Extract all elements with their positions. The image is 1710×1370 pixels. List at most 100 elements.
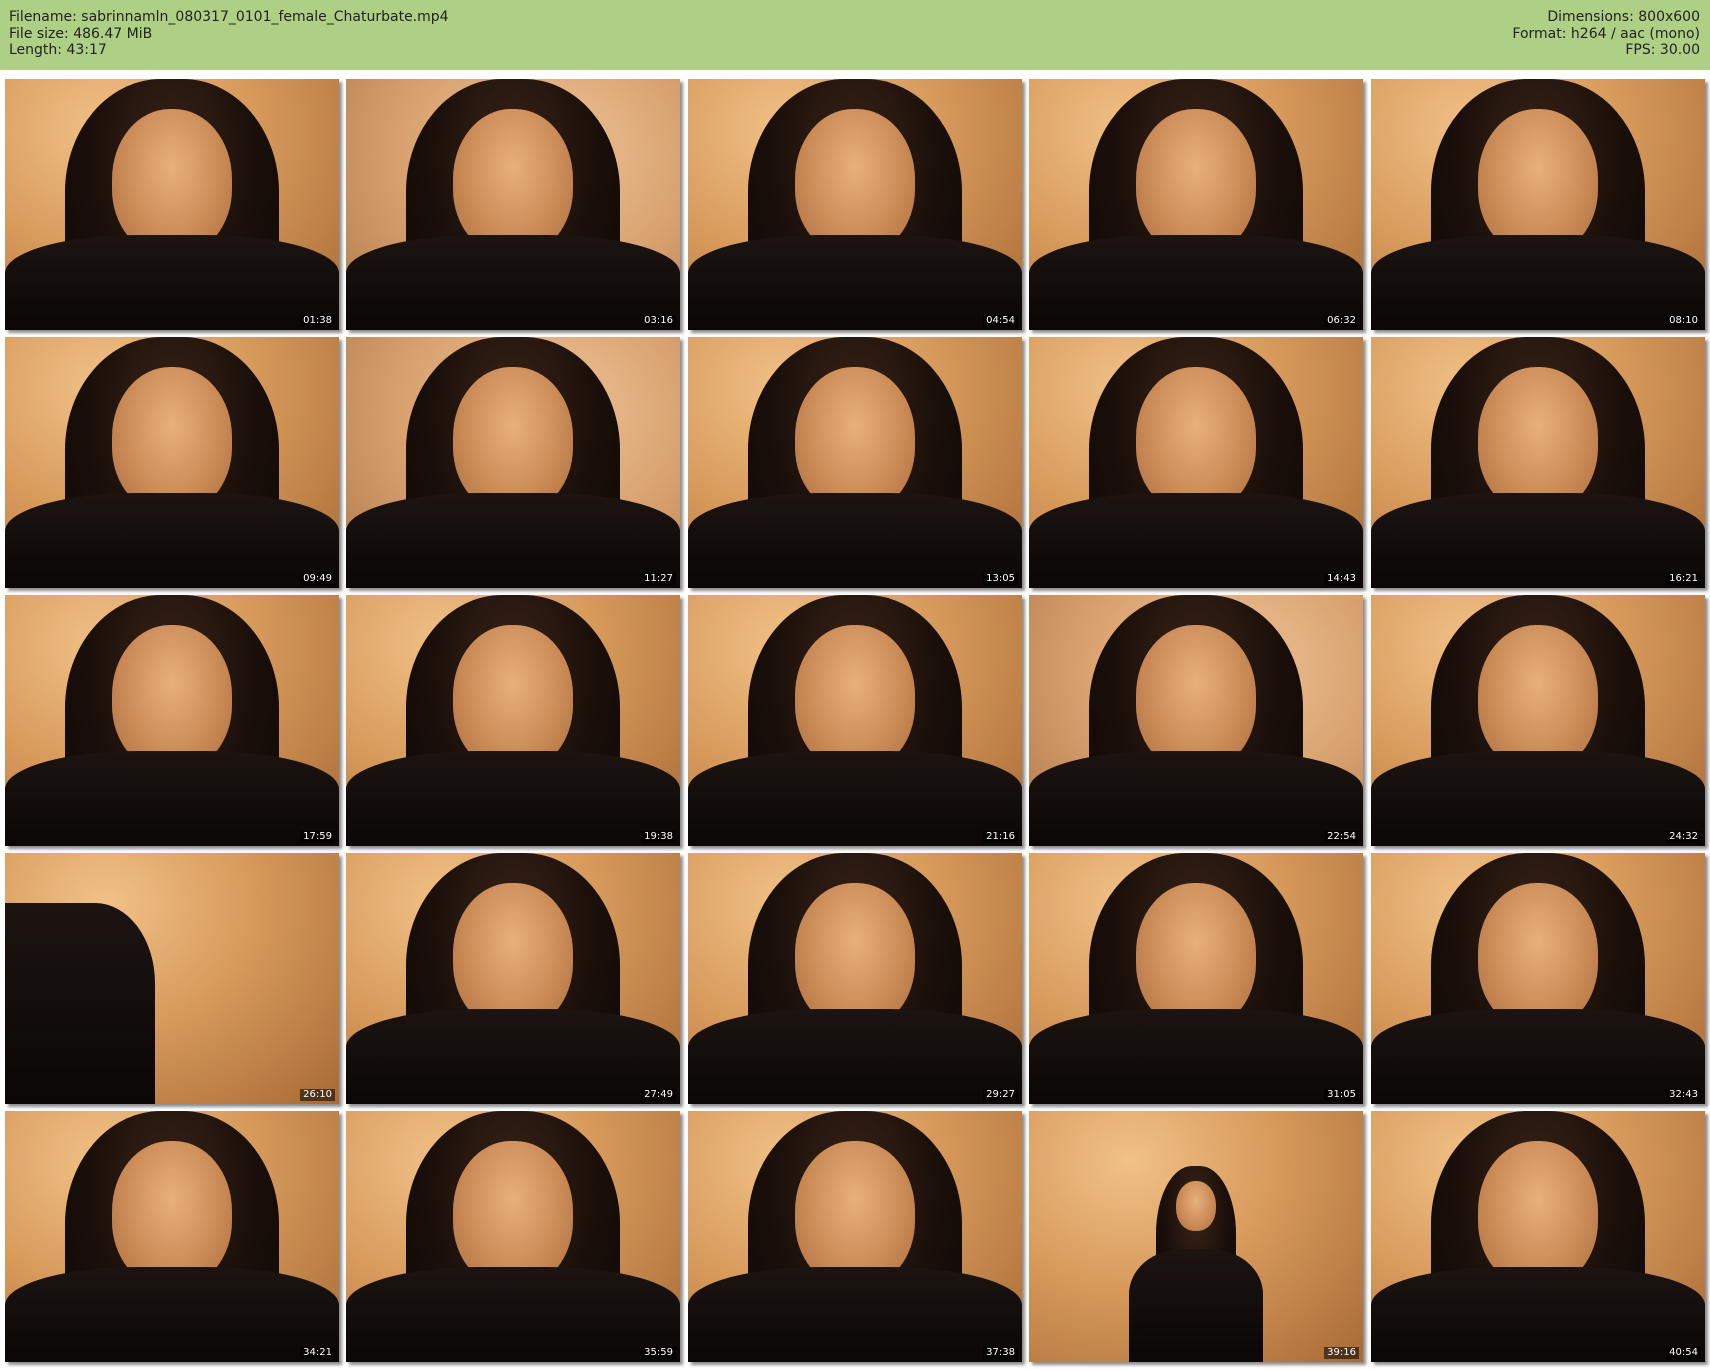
thumbnail-timestamp: 32:43 bbox=[1666, 1089, 1701, 1101]
thumbnail-face bbox=[1477, 109, 1599, 255]
video-thumbnail[interactable]: 22:54 bbox=[1029, 595, 1363, 846]
video-thumbnail[interactable]: 39:16 bbox=[1029, 1111, 1363, 1362]
thumbnail-timestamp: 24:32 bbox=[1666, 831, 1701, 843]
video-thumbnail[interactable]: 08:10 bbox=[1371, 79, 1705, 330]
video-thumbnail[interactable]: 17:59 bbox=[5, 595, 339, 846]
video-thumbnail[interactable]: 16:21 bbox=[1371, 337, 1705, 588]
thumbnail-timestamp: 22:54 bbox=[1324, 831, 1359, 843]
thumbnail-face bbox=[794, 625, 916, 771]
video-thumbnail[interactable]: 14:43 bbox=[1029, 337, 1363, 588]
thumbnail-robe bbox=[5, 1266, 339, 1362]
thumbnail-timestamp: 29:27 bbox=[983, 1089, 1018, 1101]
thumbnail-robe bbox=[346, 492, 680, 588]
thumbnail-timestamp: 16:21 bbox=[1666, 573, 1701, 585]
video-thumbnail[interactable]: 11:27 bbox=[346, 337, 680, 588]
thumbnail-timestamp: 31:05 bbox=[1324, 1089, 1359, 1101]
thumbnail-robe bbox=[688, 750, 1022, 846]
thumbnail-face bbox=[452, 1141, 574, 1287]
thumbnail-robe bbox=[688, 234, 1022, 330]
thumbnail-robe bbox=[1371, 750, 1705, 846]
thumbnail-face bbox=[794, 367, 916, 513]
thumbnail-face bbox=[1477, 367, 1599, 513]
thumbnail-timestamp: 19:38 bbox=[641, 831, 676, 843]
thumbnail-robe bbox=[1129, 1249, 1263, 1362]
thumbnail-robe bbox=[1371, 492, 1705, 588]
file-info: Filename: sabrinnamln_080317_0101_female… bbox=[9, 9, 449, 59]
thumbnail-timestamp: 06:32 bbox=[1324, 315, 1359, 327]
video-thumbnail[interactable]: 19:38 bbox=[346, 595, 680, 846]
thumbnail-robe bbox=[346, 1008, 680, 1104]
thumbnail-face bbox=[452, 109, 574, 255]
video-thumbnail[interactable]: 31:05 bbox=[1029, 853, 1363, 1104]
thumbnail-face bbox=[1135, 367, 1257, 513]
video-info: Dimensions: 800x600 Format: h264 / aac (… bbox=[1512, 9, 1700, 59]
thumbnail-face bbox=[1477, 883, 1599, 1029]
thumbnail-timestamp: 03:16 bbox=[641, 315, 676, 327]
thumbnail-face bbox=[794, 1141, 916, 1287]
thumbnail-timestamp: 40:54 bbox=[1666, 1347, 1701, 1359]
thumbnail-timestamp: 14:43 bbox=[1324, 573, 1359, 585]
thumbnail-timestamp: 08:10 bbox=[1666, 315, 1701, 327]
thumbnail-timestamp: 17:59 bbox=[300, 831, 335, 843]
thumbnail-face bbox=[1135, 109, 1257, 255]
thumbnail-face bbox=[1477, 625, 1599, 771]
format-text: Format: h264 / aac (mono) bbox=[1512, 25, 1700, 42]
thumbnail-timestamp: 37:38 bbox=[983, 1347, 1018, 1359]
thumbnail-robe bbox=[5, 903, 156, 1104]
thumbnail-timestamp: 13:05 bbox=[983, 573, 1018, 585]
filesize-text: File size: 486.47 MiB bbox=[9, 25, 153, 42]
video-thumbnail[interactable]: 09:49 bbox=[5, 337, 339, 588]
thumbnail-robe bbox=[346, 750, 680, 846]
thumbnail-grid: 01:38 03:16 04:54 06:32 08:10 09:49 11:27 13:05… bbox=[5, 79, 1705, 1364]
video-thumbnail[interactable]: 35:59 bbox=[346, 1111, 680, 1362]
video-thumbnail[interactable]: 34:21 bbox=[5, 1111, 339, 1362]
dimensions-text: Dimensions: 800x600 bbox=[1547, 9, 1700, 25]
thumbnail-robe bbox=[5, 492, 339, 588]
video-thumbnail[interactable]: 04:54 bbox=[688, 79, 1022, 330]
video-thumbnail[interactable]: 13:05 bbox=[688, 337, 1022, 588]
thumbnail-robe bbox=[1029, 492, 1363, 588]
video-thumbnail[interactable]: 27:49 bbox=[346, 853, 680, 1104]
fps-text: FPS: 30.00 bbox=[1625, 42, 1700, 58]
video-thumbnail[interactable]: 21:16 bbox=[688, 595, 1022, 846]
thumbnail-face bbox=[794, 109, 916, 255]
thumbnail-timestamp: 09:49 bbox=[300, 573, 335, 585]
thumbnail-robe bbox=[688, 492, 1022, 588]
info-header: Filename: sabrinnamln_080317_0101_female… bbox=[0, 0, 1710, 70]
thumbnail-timestamp: 27:49 bbox=[641, 1089, 676, 1101]
thumbnail-timestamp: 39:16 bbox=[1324, 1347, 1359, 1359]
video-thumbnail[interactable]: 26:10 bbox=[5, 853, 339, 1104]
thumbnail-face bbox=[452, 883, 574, 1029]
video-thumbnail[interactable]: 40:54 bbox=[1371, 1111, 1705, 1362]
thumbnail-timestamp: 34:21 bbox=[300, 1347, 335, 1359]
thumbnail-timestamp: 35:59 bbox=[641, 1347, 676, 1359]
video-thumbnail[interactable]: 06:32 bbox=[1029, 79, 1363, 330]
length-text: Length: 43:17 bbox=[9, 42, 107, 58]
thumbnail-face bbox=[1477, 1141, 1599, 1287]
filename-text: Filename: sabrinnamln_080317_0101_female… bbox=[9, 9, 449, 25]
video-thumbnail[interactable]: 24:32 bbox=[1371, 595, 1705, 846]
thumbnail-robe bbox=[688, 1266, 1022, 1362]
thumbnail-robe bbox=[346, 1266, 680, 1362]
video-thumbnail[interactable]: 32:43 bbox=[1371, 853, 1705, 1104]
thumbnail-robe bbox=[5, 234, 339, 330]
thumbnail-robe bbox=[1029, 1008, 1363, 1104]
thumbnail-face bbox=[111, 1141, 233, 1287]
thumbnail-timestamp: 01:38 bbox=[300, 315, 335, 327]
thumbnail-timestamp: 11:27 bbox=[641, 573, 676, 585]
video-thumbnail[interactable]: 29:27 bbox=[688, 853, 1022, 1104]
thumbnail-face bbox=[111, 625, 233, 771]
thumbnail-face bbox=[111, 109, 233, 255]
thumbnail-face bbox=[1175, 1181, 1217, 1232]
video-thumbnail[interactable]: 01:38 bbox=[5, 79, 339, 330]
thumbnail-robe bbox=[5, 750, 339, 846]
video-thumbnail[interactable]: 37:38 bbox=[688, 1111, 1022, 1362]
thumbnail-robe bbox=[1029, 750, 1363, 846]
video-thumbnail[interactable]: 03:16 bbox=[346, 79, 680, 330]
thumbnail-face bbox=[111, 367, 233, 513]
thumbnail-face bbox=[1135, 625, 1257, 771]
thumbnail-robe bbox=[688, 1008, 1022, 1104]
thumbnail-face bbox=[452, 367, 574, 513]
thumbnail-timestamp: 04:54 bbox=[983, 315, 1018, 327]
thumbnail-face bbox=[794, 883, 916, 1029]
